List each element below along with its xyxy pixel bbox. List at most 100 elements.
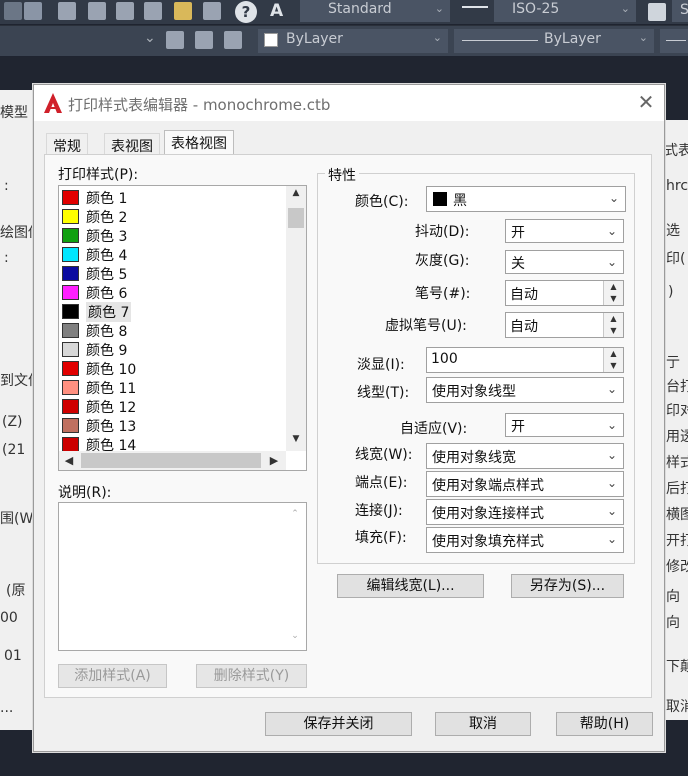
help-icon[interactable]: ? xyxy=(235,1,257,23)
tab-general[interactable]: 常规 xyxy=(46,133,88,155)
list-horizontal-scrollbar[interactable]: ◀ ▶ xyxy=(59,451,286,470)
delete-style-button[interactable]: 删除样式(Y) xyxy=(196,664,307,688)
toolbar-icon-1[interactable] xyxy=(4,2,22,20)
background-plot-dialog-right: 式表 hrc 选 印( ) 亍 台打 印对 用透 样式 后打 横图 开打 修改 … xyxy=(664,120,688,720)
dim-style-icon[interactable] xyxy=(462,6,488,16)
chevron-down-icon: ⌄ xyxy=(606,418,617,432)
plot-style-table-editor-dialog: 打印样式表编辑器 - monochrome.ctb ✕ 常规 表视图 表格视图 … xyxy=(33,84,665,752)
layer-stack-icon-1[interactable] xyxy=(166,31,184,49)
partial-dropdown-text: S xyxy=(680,2,688,18)
plot-style-list-item[interactable]: 颜色 7 xyxy=(62,302,262,322)
spin-up-icon[interactable]: ▲ xyxy=(604,313,623,325)
virtual-pen-spinner[interactable]: 自动 ▲ ▼ xyxy=(505,312,624,338)
save-and-close-button[interactable]: 保存并关闭 xyxy=(265,712,412,736)
edit-lineweights-button[interactable]: 编辑线宽(L)... xyxy=(337,574,484,598)
joinstyle-select[interactable]: 使用对象连接样式 ⌄ xyxy=(426,499,624,525)
spin-down-icon[interactable]: ▼ xyxy=(604,325,623,337)
chevron-down-icon: ⌄ xyxy=(620,2,630,15)
toolbar-icon-3[interactable] xyxy=(58,2,76,20)
plot-style-list-item[interactable]: 颜色 9 xyxy=(62,340,262,359)
spin-down-icon[interactable]: ▼ xyxy=(604,293,623,305)
lineweight-select[interactable]: 使用对象线宽 ⌄ xyxy=(426,443,624,469)
lineweight-dropdown[interactable] xyxy=(660,29,688,53)
help-button[interactable]: 帮助(H) xyxy=(556,712,653,736)
plot-style-list-item[interactable]: 颜色 4 xyxy=(62,245,262,264)
spin-up-icon[interactable]: ▲ xyxy=(604,281,623,293)
title-bar[interactable]: 打印样式表编辑器 - monochrome.ctb ✕ xyxy=(34,85,664,121)
text-style-dropdown[interactable]: Standard ⌄ xyxy=(300,0,450,22)
list-vertical-scrollbar[interactable]: ▲ ▼ xyxy=(286,186,306,451)
scroll-thumb-horizontal[interactable] xyxy=(81,453,261,468)
plot-style-list-item[interactable]: 颜色 3 xyxy=(62,226,262,245)
plot-style-list-item[interactable]: 颜色 6 xyxy=(62,283,262,302)
scroll-right-icon[interactable]: ▶ xyxy=(267,454,281,467)
bg-text: 向 xyxy=(666,589,680,605)
layer-stack-icon-2[interactable] xyxy=(195,31,213,49)
bg-text: 向 xyxy=(666,615,680,631)
scroll-up-icon[interactable]: ⌃ xyxy=(287,509,303,519)
endstyle-select[interactable]: 使用对象端点样式 ⌄ xyxy=(426,471,624,497)
color-swatch xyxy=(62,380,79,395)
dim-style-dropdown[interactable]: ISO-25 ⌄ xyxy=(494,0,636,22)
toolbar-icon-2[interactable] xyxy=(24,2,42,20)
spin-down-icon[interactable]: ▼ xyxy=(604,360,623,372)
dither-select[interactable]: 开 ⌄ xyxy=(505,219,624,243)
scroll-left-icon[interactable]: ◀ xyxy=(62,454,76,467)
close-icon[interactable]: ✕ xyxy=(634,91,658,115)
text-style-icon[interactable]: A xyxy=(270,1,283,21)
toolbar-icon-4[interactable] xyxy=(88,2,106,20)
add-style-label: 添加样式(A) xyxy=(74,668,151,684)
add-style-button[interactable]: 添加样式(A) xyxy=(58,664,167,688)
plot-style-label: 颜色 4 xyxy=(86,248,128,264)
color-select[interactable]: 黑 ⌄ xyxy=(426,186,626,212)
scroll-down-icon[interactable]: ▼ xyxy=(286,434,306,444)
partial-dropdown[interactable]: S xyxy=(672,0,688,22)
chevron-down-icon: ⌄ xyxy=(608,191,619,205)
plot-style-list-item[interactable]: 颜色 5 xyxy=(62,264,262,283)
table-style-icon[interactable] xyxy=(648,3,666,21)
tab-label: 表格视图 xyxy=(171,136,227,152)
lineweight-value: 使用对象线宽 xyxy=(432,450,516,466)
plot-style-label: 颜色 3 xyxy=(86,229,128,245)
toolbar-icon-7[interactable] xyxy=(174,2,192,20)
scroll-thumb[interactable] xyxy=(288,208,304,228)
autocad-logo-icon xyxy=(44,93,62,113)
tab-form-view[interactable]: 表格视图 xyxy=(164,130,234,155)
color-swatch xyxy=(62,437,79,452)
plot-style-list-item[interactable]: 颜色 10 xyxy=(62,359,262,378)
plot-style-list-item[interactable]: 颜色 8 xyxy=(62,321,262,340)
bg-text: 01 xyxy=(4,648,22,664)
layer-stack-icon-3[interactable] xyxy=(224,31,242,49)
linetype-select[interactable]: 使用对象线型 ⌄ xyxy=(426,377,624,403)
plot-style-list-item[interactable]: 颜色 13 xyxy=(62,416,262,435)
cancel-button[interactable]: 取消 xyxy=(435,712,531,736)
plot-styles-list[interactable]: 颜色 1 颜色 2 颜色 3 颜色 4 颜色 5 颜色 6 颜色 7 颜色 8 颜色 9 颜色 1… xyxy=(58,185,307,471)
save-as-button[interactable]: 另存为(S)... xyxy=(511,574,624,598)
plot-style-list-item[interactable]: 颜色 1 xyxy=(62,188,262,207)
adaptive-select[interactable]: 开 ⌄ xyxy=(505,413,624,437)
scroll-up-icon[interactable]: ▲ xyxy=(286,188,306,198)
calculator-icon[interactable] xyxy=(203,2,221,20)
fillstyle-select[interactable]: 使用对象填充样式 ⌄ xyxy=(426,527,624,553)
bg-text: 修改 xyxy=(666,559,688,575)
toolbar-icon-5[interactable] xyxy=(116,2,134,20)
tab-table-view[interactable]: 表视图 xyxy=(104,133,160,155)
toolbar-icon-6[interactable] xyxy=(144,2,162,20)
color-dropdown[interactable]: ByLayer ⌄ xyxy=(258,29,448,53)
grayscale-select[interactable]: 关 ⌄ xyxy=(505,250,624,274)
chevron-down-icon[interactable]: ⌄ xyxy=(144,30,156,46)
plot-style-list-item[interactable]: 颜色 11 xyxy=(62,378,262,397)
endstyle-label: 端点(E): xyxy=(355,475,408,491)
top-toolbar: ? A Standard ⌄ ISO-25 ⌄ S xyxy=(0,0,688,24)
plot-style-list-item[interactable]: 颜色 2 xyxy=(62,207,262,226)
spin-up-icon[interactable]: ▲ xyxy=(604,348,623,360)
bg-text: (21 xyxy=(2,442,26,458)
joinstyle-value: 使用对象连接样式 xyxy=(432,506,544,522)
pen-number-spinner[interactable]: 自动 ▲ ▼ xyxy=(505,280,624,306)
description-textarea[interactable]: ⌃ ⌄ xyxy=(58,502,307,651)
screening-spinner[interactable]: 100 ▲ ▼ xyxy=(426,347,624,373)
plot-style-list-item[interactable]: 颜色 12 xyxy=(62,397,262,416)
linetype-dropdown[interactable]: ByLayer ⌄ xyxy=(454,29,654,53)
scroll-down-icon[interactable]: ⌄ xyxy=(287,631,303,641)
plot-style-label: 颜色 9 xyxy=(86,343,128,359)
